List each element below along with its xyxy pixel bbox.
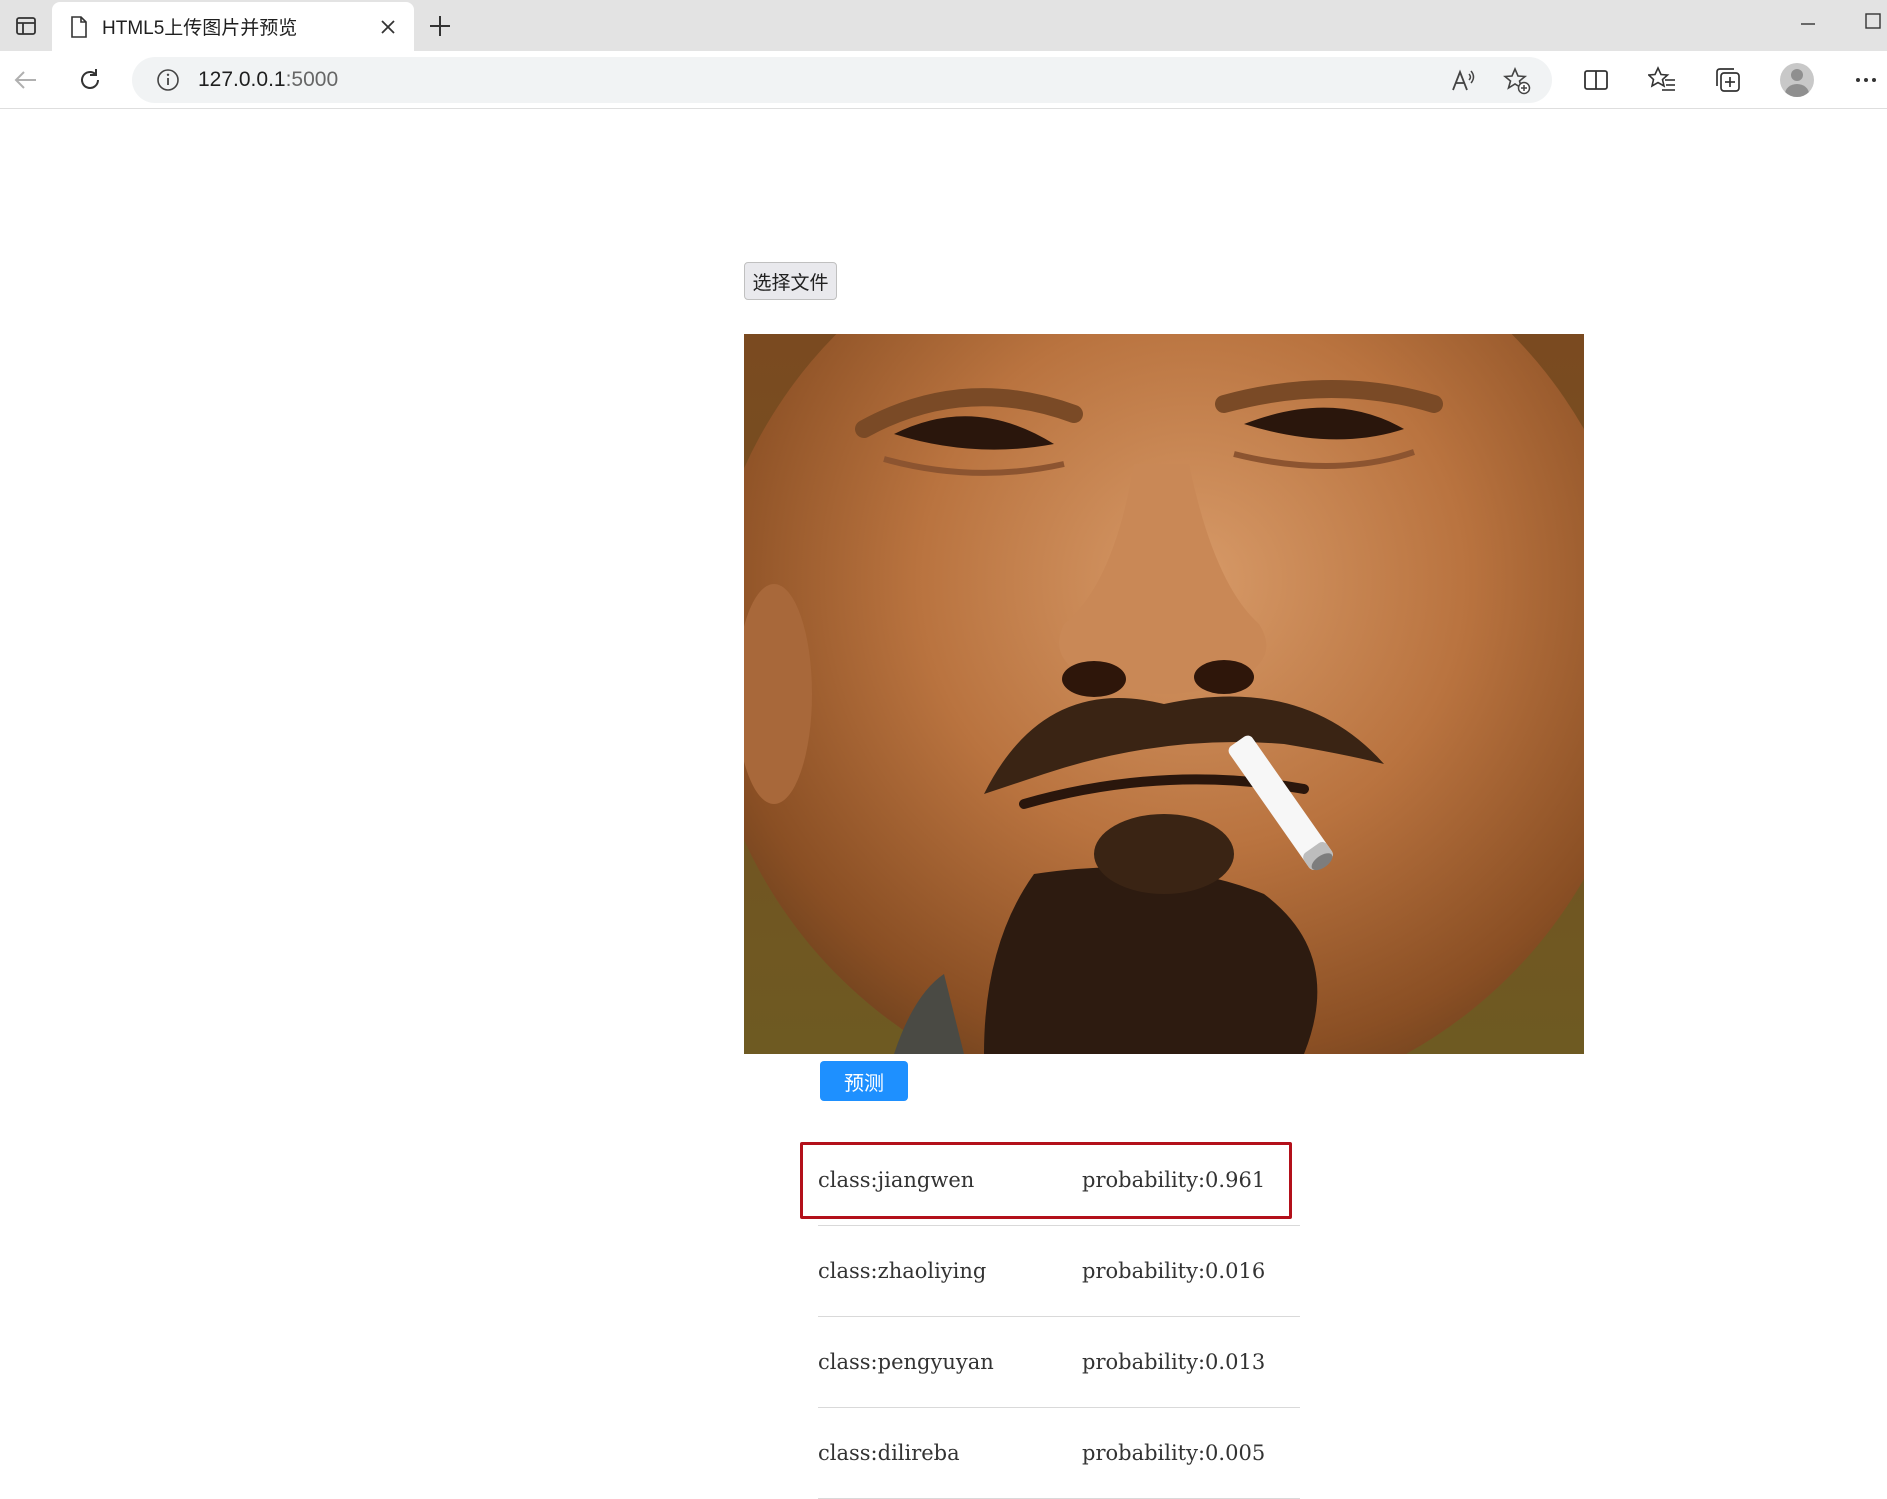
result-class: class:zhaoliying bbox=[818, 1259, 987, 1283]
result-row: class:pengyuyan probability:0.013 bbox=[818, 1317, 1300, 1408]
collections-icon bbox=[1716, 68, 1740, 92]
back-button[interactable] bbox=[8, 62, 44, 98]
prediction-results-list: class:jiangwen probability:0.961 class:z… bbox=[818, 1135, 1300, 1499]
url-text: 127.0.0.1:5000 bbox=[198, 68, 338, 92]
result-probability: probability:0.013 bbox=[1082, 1350, 1266, 1374]
star-add-icon bbox=[1503, 67, 1531, 95]
result-class: class:pengyuyan bbox=[818, 1350, 994, 1374]
window-minimize-button[interactable] bbox=[1795, 8, 1821, 34]
arrow-left-icon bbox=[14, 71, 36, 89]
tab-title: HTML5上传图片并预览 bbox=[102, 18, 298, 39]
plus-icon bbox=[430, 16, 450, 36]
uploaded-image-preview bbox=[744, 334, 1584, 1054]
result-class: class:dilireba bbox=[818, 1441, 960, 1465]
add-favorite-button[interactable] bbox=[1502, 66, 1532, 96]
read-aloud-button[interactable] bbox=[1448, 66, 1478, 96]
page-icon bbox=[71, 15, 87, 38]
face-photo bbox=[744, 334, 1584, 1054]
browser-tab-active[interactable]: HTML5上传图片并预览 bbox=[52, 2, 414, 51]
read-aloud-icon bbox=[1452, 69, 1475, 91]
minimize-icon bbox=[1801, 23, 1815, 25]
close-icon bbox=[381, 19, 395, 34]
maximize-icon bbox=[1865, 13, 1881, 29]
predict-button[interactable]: 预测 bbox=[820, 1061, 908, 1101]
browser-toolbar: 127.0.0.1:5000 bbox=[0, 51, 1887, 109]
result-probability: probability:0.016 bbox=[1082, 1259, 1266, 1283]
tab-close-button[interactable] bbox=[376, 15, 400, 39]
url-host: 127.0.0.1 bbox=[198, 68, 286, 91]
collections-button[interactable] bbox=[1712, 64, 1744, 96]
tab-actions-icon bbox=[16, 16, 36, 35]
split-screen-icon bbox=[1584, 70, 1608, 90]
address-bar[interactable]: 127.0.0.1:5000 bbox=[132, 57, 1552, 103]
choose-file-button[interactable]: 选择文件 bbox=[744, 262, 837, 300]
result-probability: probability:0.961 bbox=[1082, 1168, 1266, 1192]
favorites-button[interactable] bbox=[1646, 64, 1678, 96]
result-class: class:jiangwen bbox=[818, 1168, 975, 1192]
window-maximize-button[interactable] bbox=[1860, 8, 1886, 34]
favorites-list-icon bbox=[1648, 66, 1675, 91]
result-row: class:jiangwen probability:0.961 bbox=[818, 1135, 1300, 1226]
info-icon[interactable] bbox=[156, 68, 180, 92]
reload-button[interactable] bbox=[72, 62, 108, 98]
more-dots-icon bbox=[1856, 78, 1876, 82]
tab-strip: HTML5上传图片并预览 bbox=[0, 0, 1887, 51]
url-port: :5000 bbox=[285, 68, 339, 91]
new-tab-button[interactable] bbox=[424, 10, 456, 42]
reload-icon bbox=[81, 69, 99, 89]
result-row: class:zhaoliying probability:0.016 bbox=[818, 1226, 1300, 1317]
profile-avatar[interactable] bbox=[1780, 63, 1814, 97]
split-screen-button[interactable] bbox=[1580, 64, 1612, 96]
tab-actions-button[interactable] bbox=[0, 0, 52, 51]
settings-more-button[interactable] bbox=[1850, 64, 1882, 96]
result-probability: probability:0.005 bbox=[1082, 1441, 1266, 1465]
